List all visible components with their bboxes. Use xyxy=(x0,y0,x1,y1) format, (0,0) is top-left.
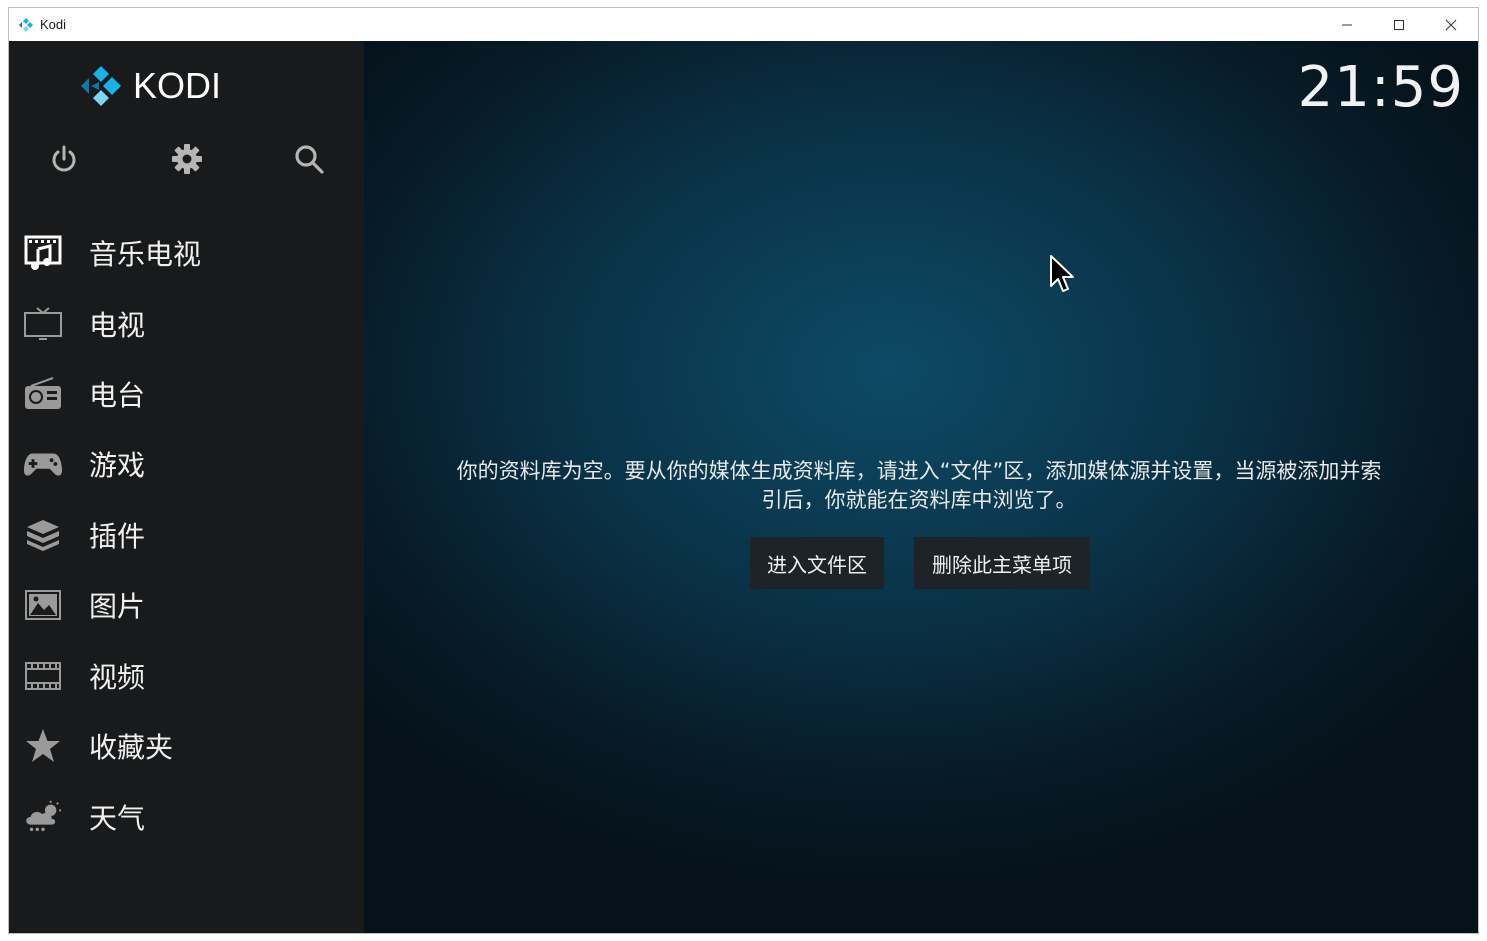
mouse-cursor-icon xyxy=(1050,255,1074,292)
clock: 21:59 xyxy=(1297,55,1464,120)
radio-icon xyxy=(23,374,63,414)
minimize-button[interactable] xyxy=(1321,8,1373,41)
title-bar[interactable]: Kodi xyxy=(9,8,1478,41)
kodi-logo: KODI xyxy=(79,63,221,109)
sidebar: KODI 音乐电视 电视 电台 游戏 插件 图片 视频 收藏夹 天气 xyxy=(9,41,364,933)
message-line-1: 你的资料库为空。要从你的媒体生成资料库，请进入“文件”区，添加媒体源并设置，当源… xyxy=(456,459,1382,483)
logo-text: KODI xyxy=(133,65,222,106)
remove-menu-item-button[interactable]: 删除此主菜单项 xyxy=(914,537,1090,589)
close-button[interactable] xyxy=(1425,8,1477,41)
menu-item-label: 电视 xyxy=(89,309,146,342)
settings-button[interactable] xyxy=(169,141,205,177)
power-icon xyxy=(52,145,76,172)
picture-icon xyxy=(23,585,63,625)
enter-files-button[interactable]: 进入文件区 xyxy=(750,537,884,589)
star-icon xyxy=(23,726,63,766)
menu-item-label: 收藏夹 xyxy=(89,731,174,764)
menu-item-label: 图片 xyxy=(89,590,146,623)
search-button[interactable] xyxy=(291,141,327,177)
maximize-button[interactable] xyxy=(1373,8,1425,41)
empty-library-message: 你的资料库为空。要从你的媒体生成资料库，请进入“文件”区，添加媒体源并设置，当源… xyxy=(399,457,1439,515)
menu-item-games[interactable]: 游戏 xyxy=(9,432,364,496)
top-icon-bar xyxy=(9,141,364,181)
menu-item-videos[interactable]: 视频 xyxy=(9,644,364,708)
music-video-icon xyxy=(23,233,63,273)
addons-box-icon xyxy=(23,515,63,555)
film-icon xyxy=(23,656,63,696)
menu-item-music-video[interactable]: 音乐电视 xyxy=(9,221,364,285)
menu-item-addons[interactable]: 插件 xyxy=(9,503,364,567)
kodi-app: KODI 音乐电视 电视 电台 游戏 插件 图片 视频 收藏夹 天气 21:59… xyxy=(9,41,1478,933)
minimize-icon xyxy=(1342,24,1352,25)
menu-item-label: 音乐电视 xyxy=(89,238,202,271)
gamepad-icon xyxy=(23,444,63,484)
kodi-app-icon xyxy=(19,17,33,32)
menu-item-label: 天气 xyxy=(89,802,146,835)
maximize-icon xyxy=(1394,19,1404,30)
message-line-2: 引后，你就能在资料库中浏览了。 xyxy=(761,488,1077,512)
kodi-logo-icon xyxy=(81,66,121,106)
menu-item-pictures[interactable]: 图片 xyxy=(9,573,364,637)
power-button[interactable] xyxy=(46,141,82,177)
menu-item-label: 插件 xyxy=(89,520,146,553)
window-title: Kodi xyxy=(40,17,67,32)
close-icon xyxy=(1445,19,1457,30)
menu-item-label: 视频 xyxy=(89,661,146,694)
gear-icon xyxy=(172,144,202,174)
menu-item-label: 游戏 xyxy=(89,449,146,482)
kodi-window: Kodi KODI 音乐电视 电视 电台 游戏 插件 图片 视频 收藏夹 天气 … xyxy=(8,7,1479,934)
menu-item-favourites[interactable]: 收藏夹 xyxy=(9,714,364,778)
menu-item-radio[interactable]: 电台 xyxy=(9,362,364,426)
search-icon xyxy=(295,145,324,174)
menu-item-label: 电台 xyxy=(89,379,146,412)
tv-icon xyxy=(23,304,63,344)
menu-item-tv[interactable]: 电视 xyxy=(9,292,364,356)
weather-cloud-icon xyxy=(23,797,63,837)
menu-item-weather[interactable]: 天气 xyxy=(9,785,364,849)
